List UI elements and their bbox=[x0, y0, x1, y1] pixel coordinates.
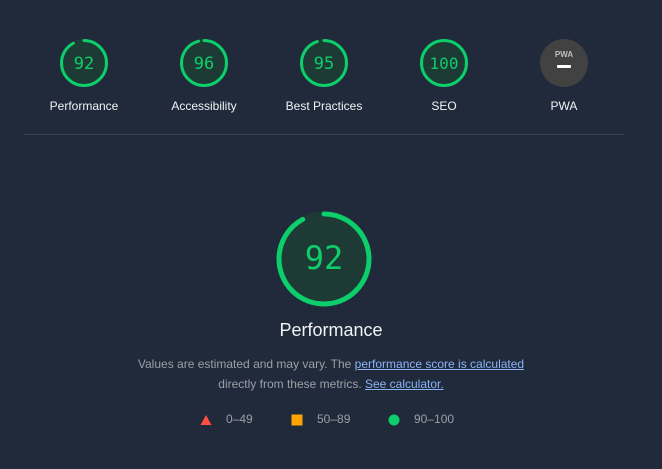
pwa-icon-text: PWA bbox=[555, 50, 573, 59]
gauge-label: Performance bbox=[49, 99, 119, 113]
gauge-label: SEO bbox=[431, 99, 457, 113]
square-icon bbox=[291, 414, 303, 426]
gauge-seo[interactable]: 100 SEO bbox=[384, 38, 504, 113]
pwa-icon: PWA bbox=[540, 39, 588, 87]
gauge-label: PWA bbox=[550, 99, 578, 113]
main-gauge-ring: 92 bbox=[276, 211, 372, 307]
score-legend: 0–49 50–89 90–100 bbox=[0, 412, 662, 428]
desc-text: Values are estimated and may vary. The bbox=[137, 357, 355, 371]
gauge-accessibility[interactable]: 96 Accessibility bbox=[144, 38, 264, 113]
divider bbox=[24, 134, 624, 135]
gauge-score: 92 bbox=[74, 54, 94, 74]
gauge-score: 96 bbox=[194, 54, 214, 74]
performance-score-gauge: 92 bbox=[274, 209, 374, 309]
gauge-label: Best Practices bbox=[285, 99, 363, 113]
gauge-performance[interactable]: 92 Performance bbox=[24, 38, 144, 113]
performance-title: Performance bbox=[279, 320, 383, 340]
gauge-ring: 100 bbox=[420, 39, 468, 87]
performance-description: Values are estimated and may vary. The p… bbox=[0, 354, 662, 394]
pwa-dash-icon bbox=[557, 65, 571, 68]
circle-icon bbox=[388, 414, 400, 426]
main-score: 92 bbox=[305, 239, 344, 277]
gauge-ring: 92 bbox=[60, 39, 108, 87]
category-gauges: 92 Performance 96 Accessibility 95 Best … bbox=[24, 0, 624, 134]
see-calculator-link[interactable]: See calculator. bbox=[365, 377, 444, 391]
desc-text-2: directly from these metrics. bbox=[218, 377, 365, 391]
gauge-ring: 96 bbox=[180, 39, 228, 87]
gauge-score: 95 bbox=[314, 54, 334, 74]
gauge-score: 100 bbox=[430, 54, 459, 73]
gauge-label: Accessibility bbox=[171, 99, 237, 113]
legend-label: 90–100 bbox=[414, 412, 455, 426]
gauge-ring: 95 bbox=[300, 39, 348, 87]
score-calculation-link[interactable]: performance score is calculated bbox=[355, 357, 524, 371]
legend-label: 0–49 bbox=[226, 412, 253, 426]
gauge-pwa[interactable]: PWA PWA bbox=[504, 38, 624, 113]
triangle-icon bbox=[200, 415, 212, 425]
gauge-best-practices[interactable]: 95 Best Practices bbox=[264, 38, 384, 113]
legend-label: 50–89 bbox=[317, 412, 351, 426]
